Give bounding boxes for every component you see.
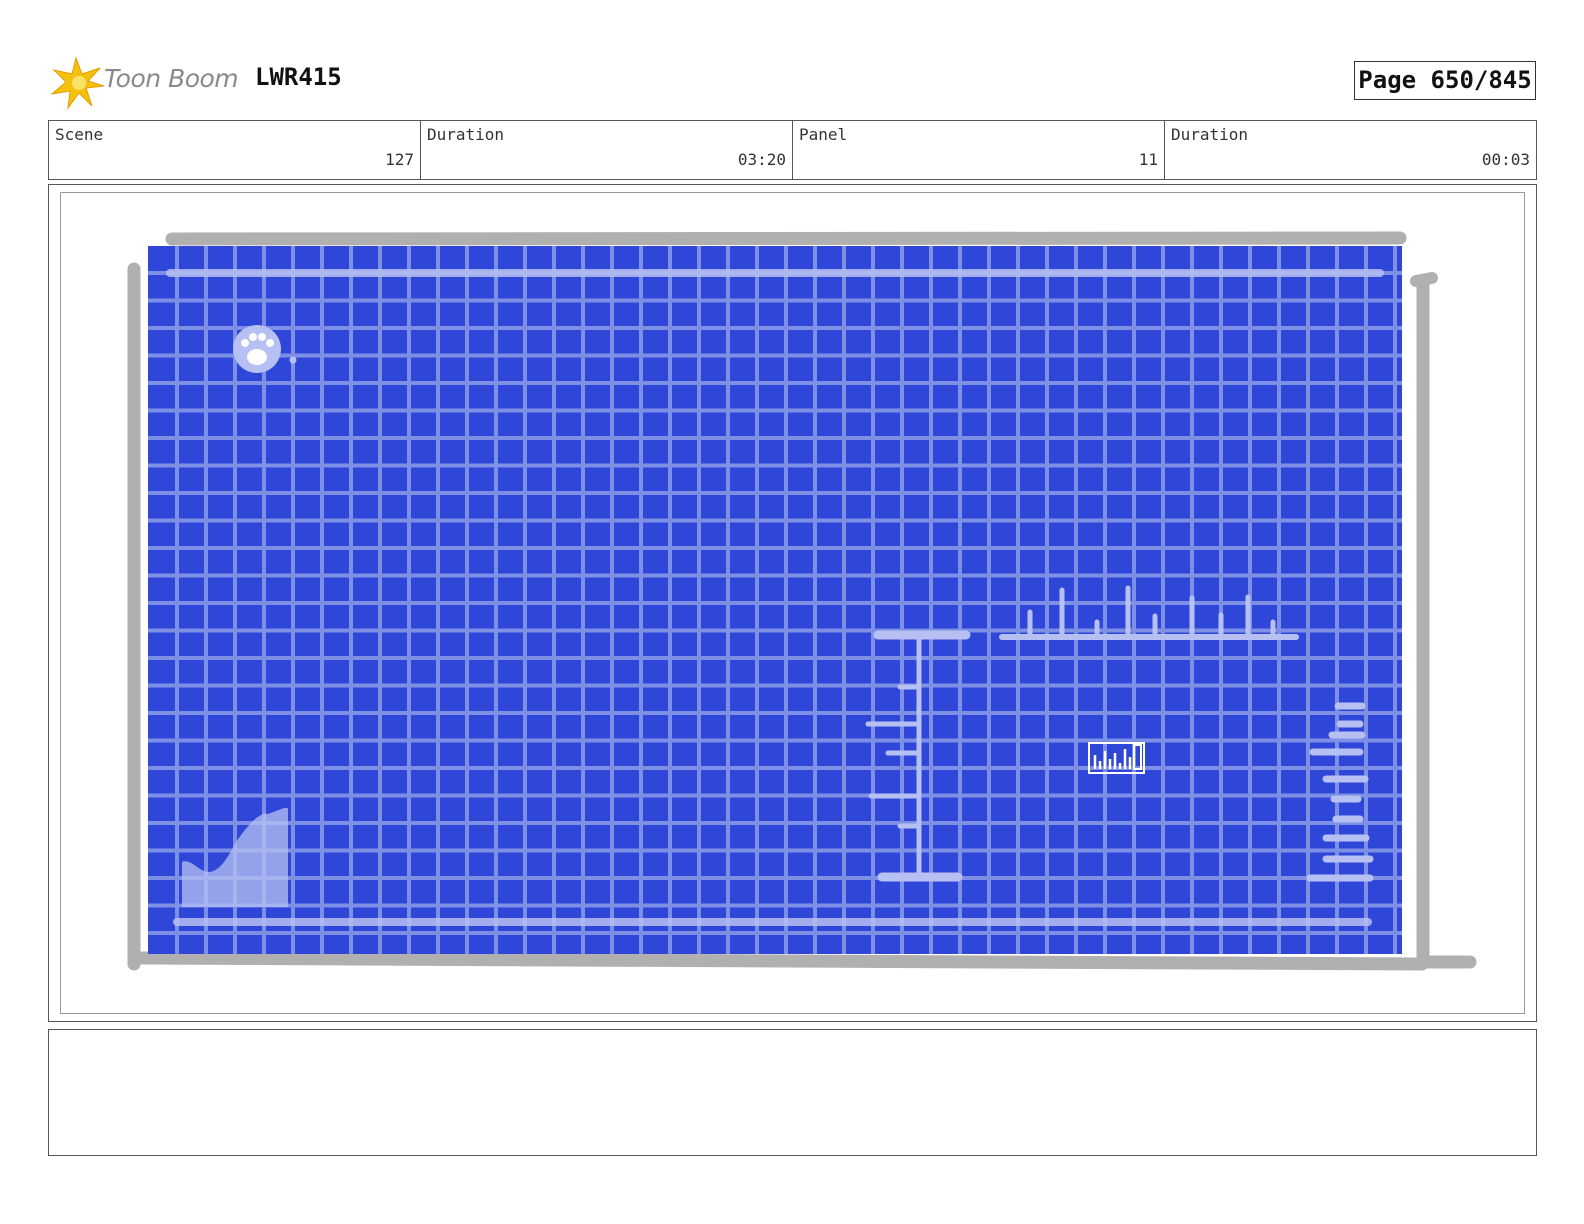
panel-duration-cell: Duration 00:03 [1165, 121, 1536, 179]
project-code: LWR415 [255, 63, 342, 91]
panel-cell: Panel 11 [793, 121, 1165, 179]
scene-label: Scene [55, 125, 104, 144]
scene-cell: Scene 127 [49, 121, 421, 179]
game-screen [148, 246, 1402, 954]
panel-duration-value: 00:03 [1481, 150, 1530, 169]
scene-value: 127 [385, 150, 414, 169]
scene-duration-label: Duration [427, 125, 505, 144]
page-number: Page 650/845 [1354, 61, 1536, 100]
panel-label: Panel [799, 125, 848, 144]
panel-drawing [127, 231, 1477, 971]
notes-box [48, 1029, 1537, 1156]
panel-value: 11 [1138, 150, 1158, 169]
panel-duration-label: Duration [1171, 125, 1249, 144]
panel-info-table: Scene 127 Duration 03:20 Panel 11 Durati… [48, 120, 1537, 180]
scene-duration-value: 03:20 [737, 150, 786, 169]
scene-duration-cell: Duration 03:20 [421, 121, 793, 179]
logo-text: Toon Boom [104, 64, 239, 93]
